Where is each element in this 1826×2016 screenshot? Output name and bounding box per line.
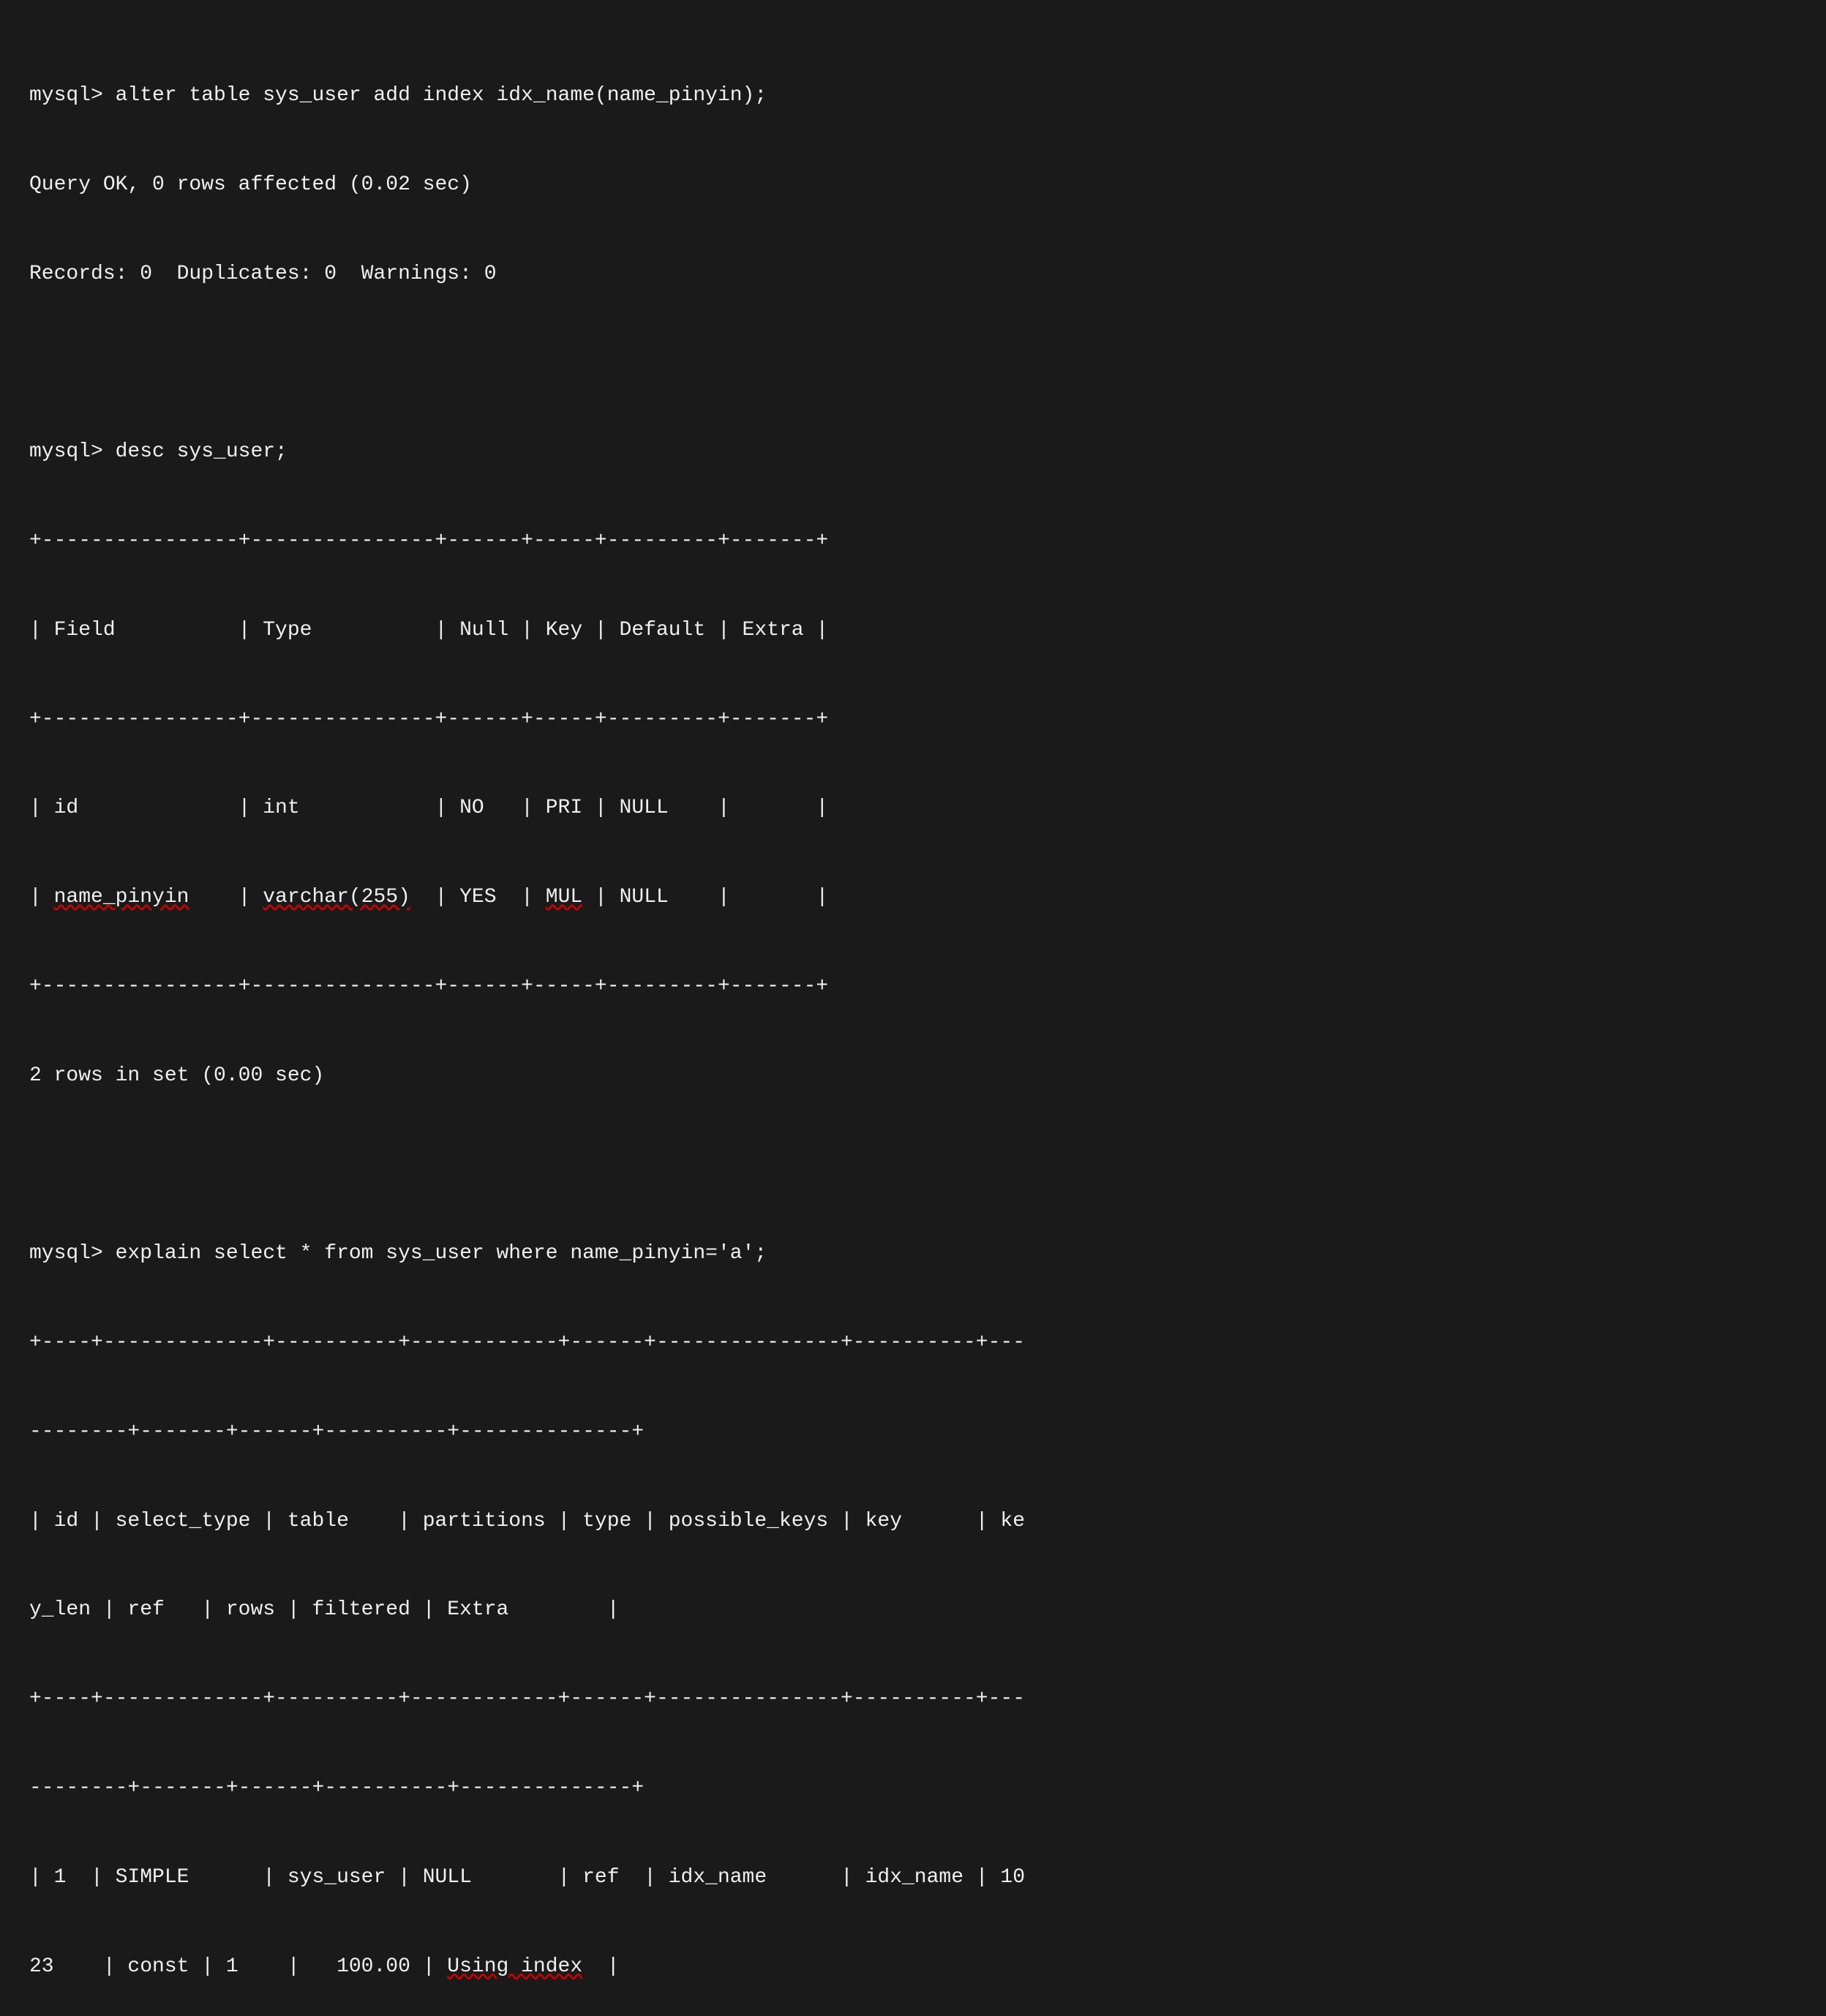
explain-sep-2a: +----+-------------+----------+---------… xyxy=(29,1685,1797,1715)
blank-2 xyxy=(29,1151,1797,1181)
table-row-id: | id | int | NO | PRI | NULL | | xyxy=(29,794,1797,824)
explain-header-a: | id | select_type | table | partitions … xyxy=(29,1507,1797,1537)
cmd-desc: mysql> desc sys_user; xyxy=(29,437,1797,467)
explain-data-b: 23 | const | 1 | 100.00 | Using index | xyxy=(29,1952,1797,1982)
explain-sep-2b: --------+-------+------+----------+-----… xyxy=(29,1774,1797,1804)
terminal-output: mysql> alter table sys_user add index id… xyxy=(29,22,1797,2016)
varchar-underline: varchar(255) xyxy=(263,886,410,909)
name-pinyin-underline: name_pinyin xyxy=(54,886,189,909)
explain-sep-1a: +----+-------------+----------+---------… xyxy=(29,1328,1797,1358)
table-header: | Field | Type | Null | Key | Default | … xyxy=(29,616,1797,646)
explain-sep-1b: --------+-------+------+----------+-----… xyxy=(29,1418,1797,1448)
explain-header-b: y_len | ref | rows | filtered | Extra | xyxy=(29,1595,1797,1625)
cmd-alter-table: mysql> alter table sys_user add index id… xyxy=(29,81,1797,111)
query-ok-result: Query OK, 0 rows affected (0.02 sec) xyxy=(29,170,1797,200)
rows-in-set: 2 rows in set (0.00 sec) xyxy=(29,1061,1797,1091)
table-sep-2: +----------------+---------------+------… xyxy=(29,705,1797,735)
blank-1 xyxy=(29,349,1797,379)
explain-data-a: | 1 | SIMPLE | sys_user | NULL | ref | i… xyxy=(29,1863,1797,1893)
table-sep-3: +----------------+---------------+------… xyxy=(29,972,1797,1002)
table-row-name-pinyin: | name_pinyin | varchar(255) | YES | MUL… xyxy=(29,883,1797,913)
using-index-underline: Using index xyxy=(447,1955,582,1978)
table-sep-1: +----------------+---------------+------… xyxy=(29,527,1797,557)
mul-underline: MUL xyxy=(546,886,582,909)
cmd-explain: mysql> explain select * from sys_user wh… xyxy=(29,1239,1797,1269)
records-result: Records: 0 Duplicates: 0 Warnings: 0 xyxy=(29,260,1797,290)
